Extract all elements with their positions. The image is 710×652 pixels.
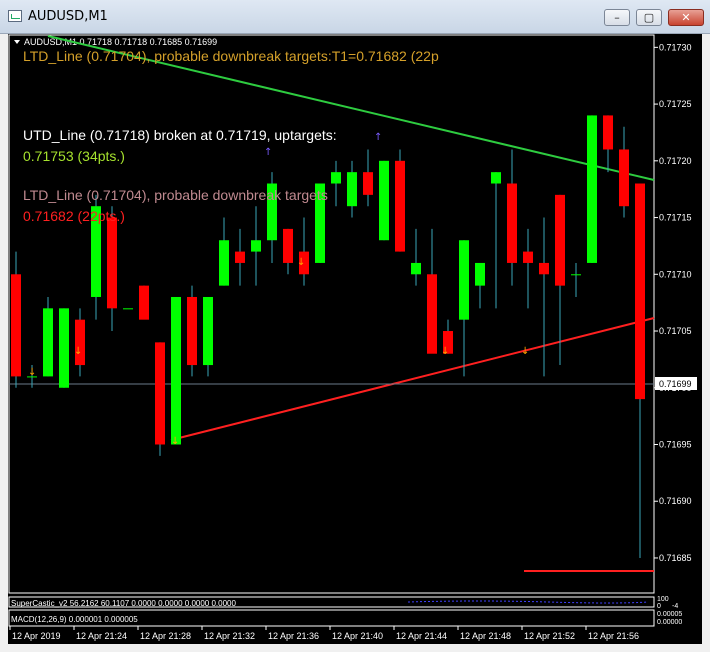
bear-candle[interactable]	[523, 251, 533, 263]
price-tick-label: 0.71695	[659, 439, 692, 449]
price-tick-label: 0.71725	[659, 99, 692, 109]
bull-candle[interactable]	[123, 308, 133, 310]
time-tick-label: 12 Apr 21:36	[268, 631, 319, 641]
time-tick-label: 12 Apr 21:32	[204, 631, 255, 641]
maximize-icon: ▢	[643, 11, 655, 24]
utd-target-label: 0.71753 (34pts.)	[23, 148, 125, 164]
time-tick-label: 12 Apr 2019	[12, 631, 61, 641]
bear-candle[interactable]	[427, 274, 437, 354]
minimize-icon: –	[614, 11, 620, 24]
chart-menu-triangle-icon[interactable]	[14, 40, 20, 44]
down-arrow-icon: ↓	[74, 346, 82, 357]
supercastic-label: SuperCastic_v2 56.2162 60.1107 0.0000 0.…	[11, 599, 236, 608]
bear-candle[interactable]	[619, 149, 629, 207]
utd-line-label: UTD_Line (0.71718) broken at 0.71719, up…	[23, 127, 337, 143]
bear-candle[interactable]	[635, 183, 645, 400]
sub-axis-label: 0.00005	[657, 611, 682, 618]
sub-axis-label: 100	[657, 596, 669, 603]
price-tick-label: 0.71685	[659, 553, 692, 563]
price-tick-label: 0.71720	[659, 156, 692, 166]
bear-candle[interactable]	[139, 285, 149, 320]
bull-candle[interactable]	[59, 308, 69, 388]
bear-candle[interactable]	[539, 262, 549, 275]
bull-candle[interactable]	[411, 262, 421, 275]
current-price-label: 0.71699	[659, 379, 692, 389]
price-tick-label: 0.71705	[659, 326, 692, 336]
signal-arrows: ↓ ↓ ↓ ↓ ↓ ↓ ↑ ↑	[28, 132, 529, 447]
maximize-button[interactable]: ▢	[636, 9, 662, 26]
bear-candle[interactable]	[555, 194, 565, 286]
chart-window[interactable]: AUDUSD,M1 0.71718 0.71718 0.71685 0.7169…	[8, 34, 702, 644]
sub-axis-label: -4	[672, 603, 678, 610]
sub-axis-label: 0.00000	[657, 619, 682, 626]
bull-candle[interactable]	[251, 240, 261, 252]
bear-candle[interactable]	[395, 160, 405, 252]
bull-candle[interactable]	[171, 296, 181, 445]
sub-axis-label: 0	[657, 603, 661, 610]
window-title: AUDUSD,M1	[28, 9, 108, 24]
up-arrow-icon: ↑	[374, 132, 382, 143]
time-axis[interactable]: 12 Apr 2019 12 Apr 21:24 12 Apr 21:28 12 Ap…	[9, 626, 639, 641]
price-tick-label: 0.71690	[659, 496, 692, 506]
bull-candle[interactable]	[587, 115, 597, 263]
bull-candle[interactable]	[571, 274, 581, 276]
down-arrow-icon: ↓	[441, 346, 449, 357]
bull-candle[interactable]	[459, 240, 469, 320]
price-tick-label: 0.71730	[659, 42, 692, 52]
time-tick-label: 12 Apr 21:40	[332, 631, 383, 641]
bear-candle[interactable]	[11, 274, 21, 377]
bull-candle[interactable]	[475, 262, 485, 286]
bear-candle[interactable]	[107, 217, 117, 309]
ltd-line-top-label: LTD_Line (0.71704), probable downbreak t…	[23, 48, 439, 64]
down-arrow-icon: ↓	[297, 257, 305, 268]
chart-window-icon	[8, 10, 22, 22]
time-tick-label: 12 Apr 21:52	[524, 631, 575, 641]
bull-candle[interactable]	[331, 172, 341, 184]
time-tick-label: 12 Apr 21:48	[460, 631, 511, 641]
time-tick-label: 12 Apr 21:24	[76, 631, 127, 641]
macd-label: MACD(12,26,9) 0.000001 0.000005	[11, 615, 138, 624]
bear-candle[interactable]	[507, 183, 517, 263]
bear-candle[interactable]	[603, 115, 613, 150]
bull-candle[interactable]	[43, 308, 53, 377]
bear-candle[interactable]	[283, 228, 293, 263]
bear-candle[interactable]	[75, 319, 85, 366]
down-trend-line[interactable]	[170, 317, 655, 441]
down-arrow-icon: ↓	[521, 346, 529, 357]
ltd-target-label: 0.71682 (22pts.)	[23, 208, 125, 224]
bull-candle[interactable]	[347, 172, 357, 207]
down-arrow-icon: ↓	[171, 436, 179, 447]
minimize-button[interactable]: –	[604, 9, 630, 26]
price-tick-label: 0.71715	[659, 213, 692, 223]
up-arrow-icon: ↑	[264, 147, 272, 158]
bear-candle[interactable]	[155, 342, 165, 445]
price-axis[interactable]: 0.71730 0.71725 0.71720 0.71715 0.71710 0.717…	[654, 42, 692, 563]
down-arrow-icon: ↓	[28, 367, 36, 378]
chart-header: AUDUSD,M1 0.71718 0.71718 0.71685 0.7169…	[24, 37, 217, 47]
close-icon: ✕	[681, 11, 691, 24]
bear-candle[interactable]	[363, 172, 373, 195]
time-tick-label: 12 Apr 21:28	[140, 631, 191, 641]
main-plot-frame	[8, 34, 655, 594]
time-tick-label: 12 Apr 21:44	[396, 631, 447, 641]
candles-group	[11, 115, 645, 558]
close-button[interactable]: ✕	[668, 9, 704, 26]
bear-candle[interactable]	[187, 296, 197, 366]
price-tick-label: 0.71710	[659, 269, 692, 279]
bull-candle[interactable]	[219, 240, 229, 286]
bull-candle[interactable]	[203, 296, 213, 366]
bear-candle[interactable]	[235, 251, 245, 263]
window-titlebar[interactable]: AUDUSD,M1 – ▢ ✕	[0, 0, 710, 34]
ltd-line-mid-label: LTD_Line (0.71704), probable downbreak t…	[23, 187, 328, 203]
time-tick-label: 12 Apr 21:56	[588, 631, 639, 641]
bull-candle[interactable]	[379, 160, 389, 241]
bull-candle[interactable]	[491, 172, 501, 184]
